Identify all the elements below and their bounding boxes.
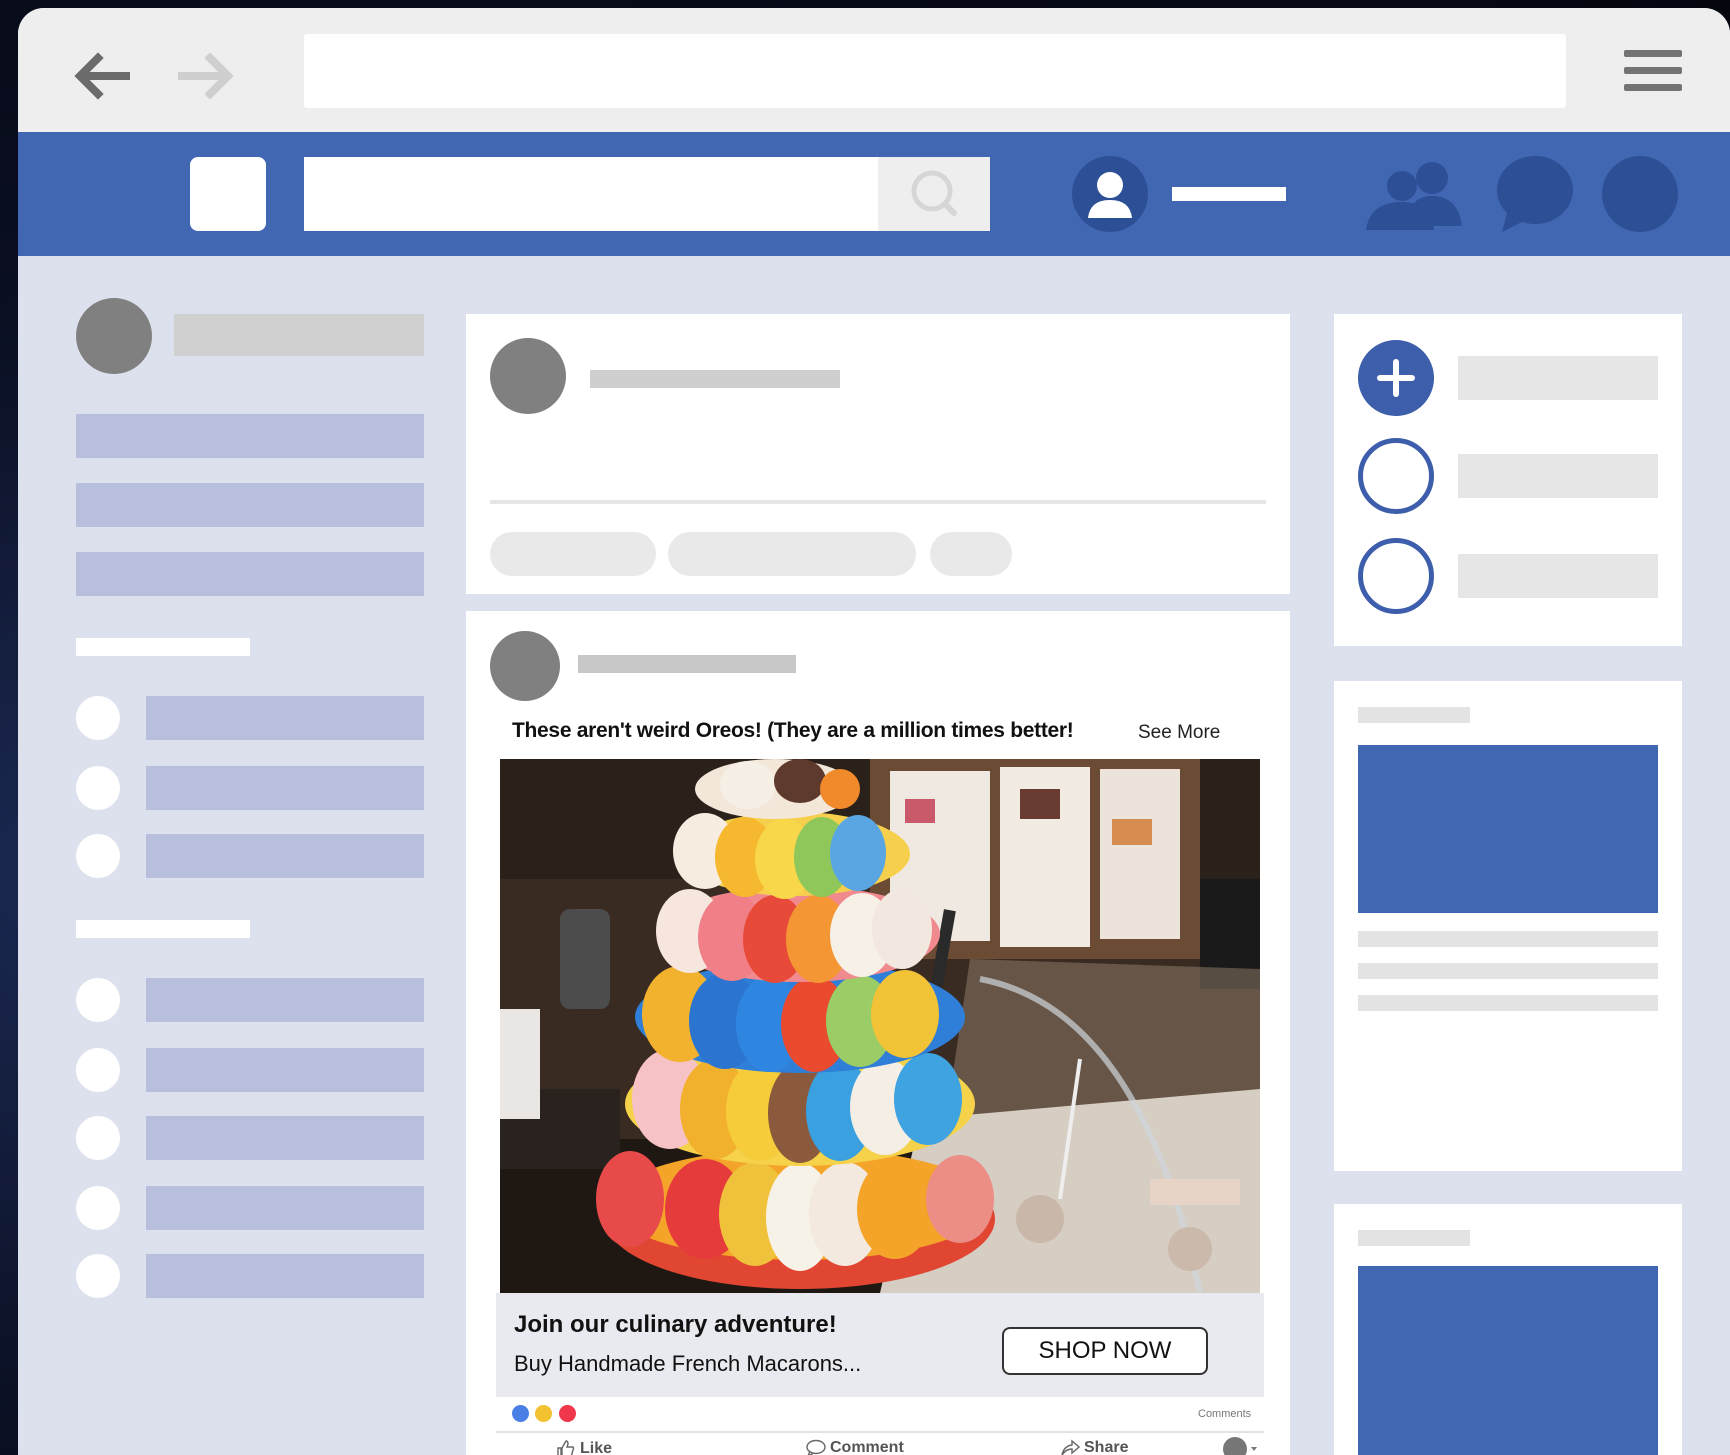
panel-item-placeholder[interactable] xyxy=(1458,554,1658,598)
arrow-right-icon[interactable] xyxy=(170,48,240,104)
profile-name-placeholder[interactable] xyxy=(1172,187,1286,201)
love-reaction-icon xyxy=(558,1405,576,1423)
comments-count[interactable]: Comments xyxy=(1198,1408,1251,1420)
shortcut-icon xyxy=(76,1186,120,1230)
shortcut-icon xyxy=(76,1254,120,1298)
share-button[interactable]: Share xyxy=(1060,1439,1128,1455)
search-input[interactable] xyxy=(304,157,990,231)
shortcut-icon xyxy=(76,834,120,878)
arrow-left-icon[interactable] xyxy=(68,48,138,104)
composer-option-button[interactable] xyxy=(930,532,1012,576)
sidebar-section-heading xyxy=(76,920,250,938)
card-title-placeholder xyxy=(1358,1230,1470,1246)
avatar xyxy=(490,338,566,414)
divider xyxy=(490,500,1266,504)
text-line-placeholder xyxy=(1358,931,1658,947)
sidebar-item[interactable] xyxy=(76,483,424,527)
ad-description: Buy Handmade French Macarons... xyxy=(514,1351,862,1376)
shortcut-icon xyxy=(76,766,120,810)
comment-label: Comment xyxy=(830,1439,904,1455)
comment-button[interactable]: Comment xyxy=(806,1439,904,1455)
reaction-summary[interactable] xyxy=(512,1405,578,1425)
share-label: Share xyxy=(1084,1439,1129,1455)
shortcut-icon xyxy=(76,1048,120,1092)
search-icon xyxy=(911,170,957,216)
composer-option-button[interactable] xyxy=(668,532,916,576)
text-line-placeholder xyxy=(1358,963,1658,979)
hamburger-menu-icon[interactable] xyxy=(1624,50,1682,96)
sidebar-shortcut-item[interactable] xyxy=(146,978,424,1022)
avatar[interactable] xyxy=(76,298,152,374)
ad-image-placeholder[interactable] xyxy=(1358,745,1658,913)
shortcut-icon xyxy=(76,696,120,740)
friends-icon[interactable] xyxy=(1362,156,1466,232)
browser-chrome xyxy=(18,8,1730,132)
messenger-icon[interactable] xyxy=(1496,154,1574,234)
sidebar-item[interactable] xyxy=(76,552,424,596)
profile-name-placeholder[interactable] xyxy=(174,314,424,356)
divider xyxy=(496,1431,1264,1433)
sidebar-shortcut-item[interactable] xyxy=(146,1186,424,1230)
thumbs-up-icon xyxy=(557,1440,575,1455)
like-label: Like xyxy=(580,1440,613,1455)
chevron-down-icon xyxy=(1223,1437,1257,1455)
post-author-placeholder[interactable] xyxy=(578,655,796,673)
right-ad-card[interactable] xyxy=(1334,1204,1682,1455)
profile-icon[interactable] xyxy=(1072,156,1148,232)
circle-icon[interactable] xyxy=(1358,538,1434,614)
sidebar-shortcut-item[interactable] xyxy=(146,1254,424,1298)
comment-icon xyxy=(806,1439,826,1455)
avatar[interactable] xyxy=(490,631,560,701)
panel-item-placeholder[interactable] xyxy=(1458,356,1658,400)
ad-headline: Join our culinary adventure! xyxy=(514,1311,837,1338)
search-button[interactable] xyxy=(878,157,990,231)
browser-window: These aren't weird Oreos! (They are a mi… xyxy=(18,8,1730,1455)
shop-now-button[interactable]: SHOP NOW xyxy=(1002,1327,1208,1375)
like-button[interactable]: Like xyxy=(556,1439,612,1455)
shortcut-icon xyxy=(76,1116,120,1160)
macaron-tower-image[interactable] xyxy=(500,759,1260,1293)
sidebar-shortcut-item[interactable] xyxy=(146,1048,424,1092)
shortcut-icon xyxy=(76,978,120,1022)
sponsored-post: These aren't weird Oreos! (They are a mi… xyxy=(466,611,1290,1455)
like-reaction-icon xyxy=(512,1405,529,1423)
sidebar-item[interactable] xyxy=(76,414,424,458)
panel-item-placeholder[interactable] xyxy=(1458,454,1658,498)
ad-footer[interactable]: Join our culinary adventure! Buy Handmad… xyxy=(496,1293,1264,1397)
sidebar-shortcut-item[interactable] xyxy=(146,766,424,810)
right-ad-card[interactable] xyxy=(1334,681,1682,1171)
sidebar-shortcut-item[interactable] xyxy=(146,1116,424,1160)
card-title-placeholder xyxy=(1358,707,1470,723)
post-caption: These aren't weird Oreos! (They are a mi… xyxy=(512,719,1074,742)
address-bar[interactable] xyxy=(304,34,1566,108)
see-more-link[interactable]: See More xyxy=(1138,722,1220,744)
ad-image-placeholder[interactable] xyxy=(1358,1266,1658,1455)
sidebar-shortcut-item[interactable] xyxy=(146,834,424,878)
right-panel-list xyxy=(1334,314,1682,646)
audience-selector[interactable] xyxy=(1222,1435,1258,1455)
share-icon xyxy=(1061,1439,1080,1455)
sidebar-section-heading xyxy=(76,638,250,656)
sidebar-shortcut-item[interactable] xyxy=(146,696,424,740)
wow-reaction-icon xyxy=(535,1405,553,1423)
circle-icon[interactable] xyxy=(1358,438,1434,514)
composer-input[interactable] xyxy=(590,370,840,388)
plus-icon[interactable] xyxy=(1358,340,1434,416)
notifications-icon[interactable] xyxy=(1602,156,1678,232)
text-line-placeholder xyxy=(1358,995,1658,1011)
top-nav-bar xyxy=(18,132,1730,256)
composer-option-button[interactable] xyxy=(490,532,656,576)
post-composer xyxy=(466,314,1290,594)
logo[interactable] xyxy=(190,157,266,231)
